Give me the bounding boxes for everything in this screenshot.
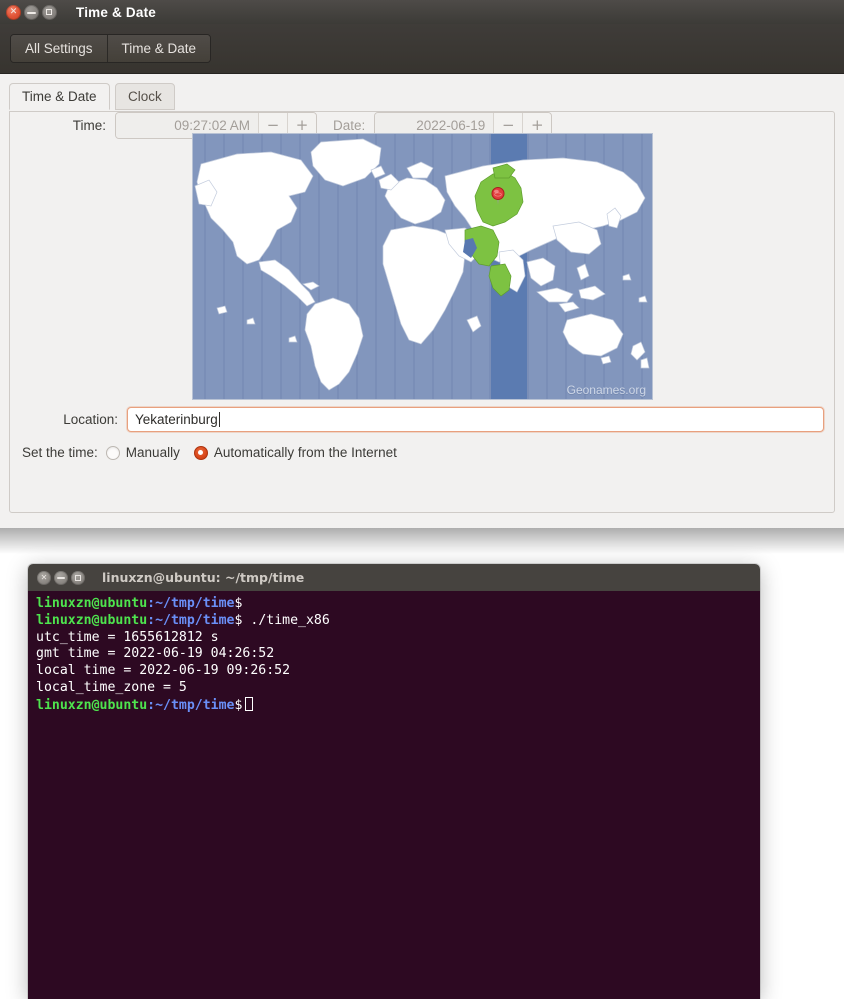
- time-and-date-panel: Geonames.org Location: Yekaterinburg Set…: [9, 111, 835, 513]
- terminal-output-line: utc_time = 1655612812 s: [36, 629, 219, 645]
- text-caret: [218, 412, 220, 427]
- maximize-glyph: [46, 8, 52, 15]
- date-label: Date:: [333, 118, 366, 133]
- breadcrumb-button-group: All Settings Time & Date: [10, 34, 212, 63]
- world-map-svg: [193, 134, 652, 399]
- minimize-icon[interactable]: [24, 4, 39, 20]
- location-pin-icon: [491, 187, 505, 206]
- prompt-user: linuxzn@ubuntu: [36, 612, 148, 628]
- terminal-line: linuxzn@ubuntu:~/tmp/time$ ./time_x86: [36, 613, 752, 630]
- window-title: Time & Date: [76, 4, 156, 20]
- prompt-path: :~/tmp/time: [147, 596, 235, 611]
- time-and-date-settings-window: ✕ Time & Date All Settings Time & Date T…: [0, 0, 844, 528]
- time-label: Time:: [72, 118, 106, 133]
- all-settings-button[interactable]: All Settings: [11, 35, 107, 62]
- location-label: Location:: [63, 412, 118, 427]
- terminal-maximize-icon[interactable]: [71, 570, 85, 585]
- terminal-title: linuxzn@ubuntu: ~/tmp/time: [102, 570, 305, 585]
- terminal-body[interactable]: linuxzn@ubuntu:~/tmp/time$ linuxzn@ubunt…: [28, 591, 760, 999]
- minimize-glyph: [27, 11, 36, 14]
- radio-manually[interactable]: Manually: [105, 445, 180, 460]
- settings-titlebar: ✕ Time & Date: [0, 0, 844, 24]
- tab-clock[interactable]: Clock: [115, 83, 175, 110]
- set-time-label: Set the time:: [22, 445, 98, 460]
- terminal-output-line: gmt time = 2022-06-19 04:26:52: [36, 646, 275, 662]
- terminal-minimize-icon[interactable]: [54, 570, 68, 585]
- prompt-path: :~/tmp/time: [147, 697, 235, 713]
- location-input-value: Yekaterinburg: [135, 412, 218, 427]
- current-panel-button[interactable]: Time & Date: [106, 35, 211, 62]
- timezone-map[interactable]: Geonames.org: [192, 133, 653, 400]
- prompt-sigil: $: [234, 697, 243, 713]
- tab-bar: Time & Date Clock: [9, 83, 835, 110]
- radio-automatically[interactable]: Automatically from the Internet: [193, 445, 397, 460]
- prompt-command: ./time_x86: [242, 612, 330, 628]
- prompt-sigil: $: [234, 596, 243, 611]
- close-glyph: ✕: [9, 6, 18, 17]
- location-row: Location: Yekaterinburg: [22, 407, 824, 432]
- prompt-path: :~/tmp/time: [147, 612, 235, 628]
- prompt-user: linuxzn@ubuntu: [36, 697, 148, 713]
- location-input[interactable]: Yekaterinburg: [127, 407, 824, 432]
- geonames-watermark: Geonames.org: [566, 383, 646, 397]
- settings-toolbar: All Settings Time & Date: [0, 24, 844, 74]
- prompt-user: linuxzn@ubuntu: [36, 596, 148, 611]
- terminal-output-line: local_time_zone = 5: [36, 679, 187, 695]
- maximize-icon[interactable]: [42, 4, 57, 20]
- radio-manually-icon: [105, 445, 120, 460]
- terminal-output-line: local time = 2022-06-19 09:26:52: [36, 663, 291, 679]
- terminal-line: linuxzn@ubuntu:~/tmp/time$: [36, 696, 752, 715]
- radio-automatically-label: Automatically from the Internet: [213, 445, 397, 460]
- set-time-row: Set the time: Manually Automatically fro…: [22, 445, 411, 460]
- terminal-line: linuxzn@ubuntu:~/tmp/time$: [36, 596, 752, 613]
- radio-automatically-icon: [193, 445, 208, 460]
- terminal-maximize-glyph: [75, 574, 81, 581]
- window-drop-shadow: [0, 528, 844, 554]
- radio-manually-label: Manually: [125, 445, 180, 460]
- terminal-cursor: [245, 696, 254, 711]
- terminal-window: ✕ linuxzn@ubuntu: ~/tmp/time linuxzn@ubu…: [28, 564, 760, 999]
- tab-time-and-date[interactable]: Time & Date: [9, 83, 110, 110]
- terminal-close-glyph: ✕: [40, 572, 48, 582]
- terminal-minimize-glyph: [57, 577, 65, 579]
- terminal-titlebar: ✕ linuxzn@ubuntu: ~/tmp/time: [28, 564, 760, 591]
- close-icon[interactable]: ✕: [6, 4, 21, 20]
- terminal-close-icon[interactable]: ✕: [37, 570, 51, 585]
